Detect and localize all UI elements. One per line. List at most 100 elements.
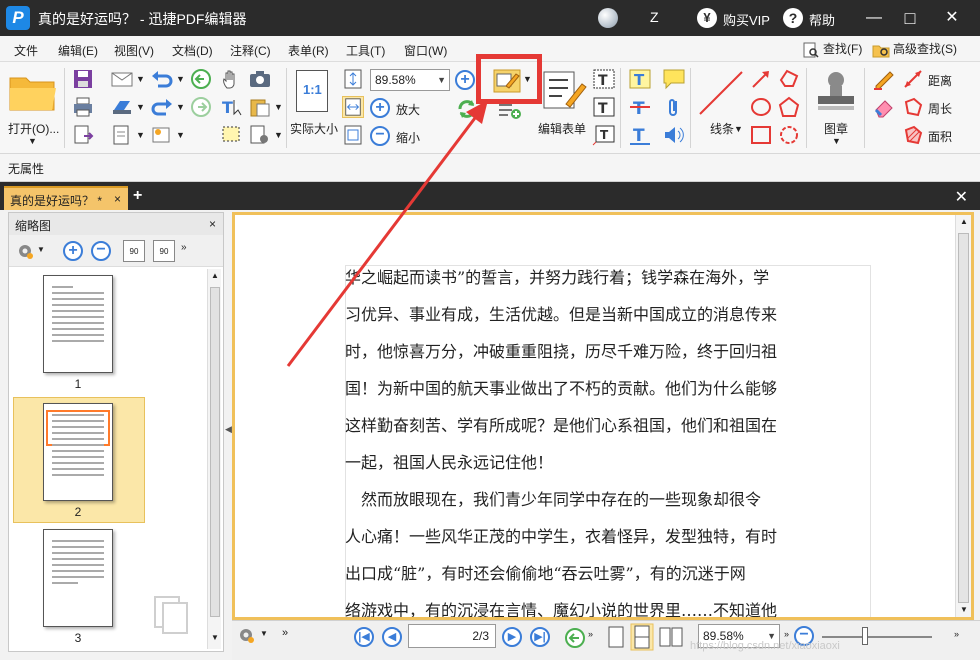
text-line[interactable]: 这样勤奋刻苦、学有所成呢？是他们心系祖国，他们和祖国在 xyxy=(345,407,845,444)
stamp-dropdown-icon[interactable]: ▼ xyxy=(832,136,841,146)
stamp-button[interactable]: 图章 xyxy=(824,120,848,137)
theme-moon-icon[interactable] xyxy=(598,8,618,28)
hand-tool-icon[interactable] xyxy=(220,68,242,90)
undo-icon[interactable] xyxy=(150,68,174,90)
redo-dropdown-icon[interactable]: ▼ xyxy=(176,102,185,112)
page-thumbnail-1[interactable] xyxy=(43,275,113,373)
text-line[interactable]: 国！为新中国的航天事业做出了不朽的贡献。他们为什么能够 xyxy=(345,370,845,407)
text-line[interactable]: 一起，祖国人民永远记住他！ xyxy=(345,444,845,481)
zoom-in-icon[interactable]: + xyxy=(370,98,390,118)
area-button[interactable]: 面积 xyxy=(928,128,952,145)
find-button[interactable]: 查找(F) xyxy=(802,40,862,58)
thumbnail-zoom-in-icon[interactable]: + xyxy=(63,241,83,261)
eraser-icon[interactable] xyxy=(872,96,896,118)
status-zoom-expand-icon[interactable]: » xyxy=(784,629,789,639)
area-icon[interactable] xyxy=(902,124,924,146)
document-page-area[interactable]: 华之崛起而读书”的誓言，并努力践行着；钱学森在海外，学 习优异、事业有成，生活优… xyxy=(235,215,955,617)
strikeout-icon[interactable]: T xyxy=(628,96,652,118)
add-tab-icon[interactable]: + xyxy=(133,187,142,205)
distance-icon[interactable] xyxy=(902,68,924,90)
polyline-tool-icon[interactable] xyxy=(778,68,800,90)
more-tools-icon[interactable]: » xyxy=(181,242,187,253)
sound-icon[interactable] xyxy=(662,124,686,146)
thumbnail-zoom-out-icon[interactable]: − xyxy=(91,241,111,261)
advanced-find-button[interactable]: 高级查找(S) xyxy=(872,40,957,58)
insert-image-icon[interactable] xyxy=(150,124,174,146)
zoom-out-button[interactable]: 缩小 xyxy=(396,129,420,146)
document-scrollbar[interactable]: ▲ ▼ xyxy=(955,215,971,617)
open-folder-icon[interactable] xyxy=(8,72,58,112)
email-dropdown-icon[interactable]: ▼ xyxy=(136,74,145,84)
back-icon[interactable] xyxy=(564,627,586,649)
continuous-page-icon[interactable] xyxy=(630,623,654,651)
close-tab-icon[interactable]: × xyxy=(114,192,121,206)
perimeter-button[interactable]: 周长 xyxy=(928,100,952,117)
menu-comment[interactable]: 注释(C) xyxy=(230,42,271,59)
back-dropdown-icon[interactable]: » xyxy=(588,629,593,639)
zoom-in-small-icon[interactable]: + xyxy=(455,70,475,90)
rectangle-tool-icon[interactable] xyxy=(750,124,772,146)
status-expand-icon[interactable]: » xyxy=(282,627,288,639)
doc-scroll-up-icon[interactable]: ▲ xyxy=(960,217,968,226)
help-icon[interactable]: ? xyxy=(783,8,803,28)
close-button[interactable]: ✕ xyxy=(934,0,970,36)
select-text-icon[interactable]: T xyxy=(220,96,244,118)
undo-dropdown-icon[interactable]: ▼ xyxy=(176,74,185,84)
buy-vip-button[interactable]: 购买VIP xyxy=(723,10,770,29)
text-line[interactable]: 出口成“脏”，有时还会偷偷地“吞云吐雾”，有的沉迷于网 xyxy=(345,555,845,592)
menu-document[interactable]: 文档(D) xyxy=(172,42,213,59)
last-page-icon[interactable]: ▶| xyxy=(530,627,550,647)
first-page-icon[interactable]: |◀ xyxy=(354,627,374,647)
text-line[interactable]: 络游戏中，有的沉浸在言情、魔幻小说的世界里……不知道他 xyxy=(345,592,845,617)
tab-document[interactable]: 真的是好运吗？ * × xyxy=(4,186,128,210)
page-number-input[interactable]: 2/3 xyxy=(408,624,496,648)
yen-icon[interactable]: ¥ xyxy=(697,8,717,28)
text-line[interactable]: 人心痛！一些风华正茂的中学生，衣着怪异，发型独特，有时 xyxy=(345,518,845,555)
document-settings-icon[interactable] xyxy=(248,124,272,146)
line-tool-icon[interactable] xyxy=(696,70,746,116)
rotate-left-icon[interactable]: 90 xyxy=(123,240,145,262)
single-page-icon[interactable] xyxy=(606,625,626,649)
text-field-icon[interactable]: T xyxy=(592,68,616,90)
edit-form-icon[interactable] xyxy=(540,68,588,112)
collapse-panel-icon[interactable]: ◀ xyxy=(225,424,232,435)
document-scrollbar-thumb[interactable] xyxy=(958,233,969,603)
status-more-icon[interactable]: » xyxy=(954,629,959,639)
page-thumbnail-2[interactable] xyxy=(43,403,113,501)
scan-icon[interactable] xyxy=(110,96,134,118)
fit-visible-icon[interactable] xyxy=(342,124,364,146)
text-line[interactable]: 时，他惊喜万分，冲破重重阻挠，历尽千难万险，终于回归祖 xyxy=(345,333,845,370)
stamp-icon[interactable] xyxy=(814,68,858,114)
menu-view[interactable]: 视图(V) xyxy=(114,42,154,59)
scroll-up-icon[interactable]: ▲ xyxy=(211,271,219,280)
maximize-button[interactable]: □ xyxy=(892,0,928,36)
cloud-tool-icon[interactable] xyxy=(778,124,800,146)
polygon-tool-icon[interactable] xyxy=(778,96,800,118)
scan-dropdown-icon[interactable]: ▼ xyxy=(136,102,145,112)
snapshot-icon[interactable] xyxy=(248,68,272,90)
paste-icon[interactable] xyxy=(248,96,272,118)
arrow-tool-icon[interactable] xyxy=(750,68,772,90)
line-dropdown-icon[interactable]: ▼ xyxy=(734,124,743,134)
redo-icon[interactable] xyxy=(150,96,174,118)
menu-form[interactable]: 表单(R) xyxy=(288,42,329,59)
export-icon[interactable] xyxy=(72,124,94,146)
edit-form-button[interactable]: 编辑表单 xyxy=(538,120,586,137)
text-line[interactable]: 华之崛起而读书”的誓言，并努力践行着；钱学森在海外，学 xyxy=(345,259,845,296)
previous-page-icon[interactable]: ◀ xyxy=(382,627,402,647)
zoom-select[interactable]: 89.58% ▼ xyxy=(370,69,450,91)
zoom-slider-track[interactable] xyxy=(822,636,932,638)
text-box-icon[interactable]: T xyxy=(592,96,616,118)
previous-view-icon[interactable] xyxy=(190,68,212,90)
page-thumbnail-3[interactable] xyxy=(43,529,113,627)
document-properties-icon[interactable] xyxy=(110,124,134,146)
ellipse-tool-icon[interactable] xyxy=(750,96,772,118)
status-gear-icon[interactable] xyxy=(236,625,256,645)
facing-pages-icon[interactable] xyxy=(658,625,684,649)
open-button[interactable]: 打开(O)... xyxy=(8,120,59,137)
text-line[interactable]: 然而放眼现在，我们青少年同学中存在的一些现象却很令 xyxy=(345,481,845,518)
thumbnail-scrollbar[interactable]: ▲ ▼ xyxy=(207,269,221,649)
distance-button[interactable]: 距离 xyxy=(928,72,952,89)
email-icon[interactable] xyxy=(110,68,134,90)
thumbnail-panel-close-icon[interactable]: × xyxy=(209,217,216,231)
